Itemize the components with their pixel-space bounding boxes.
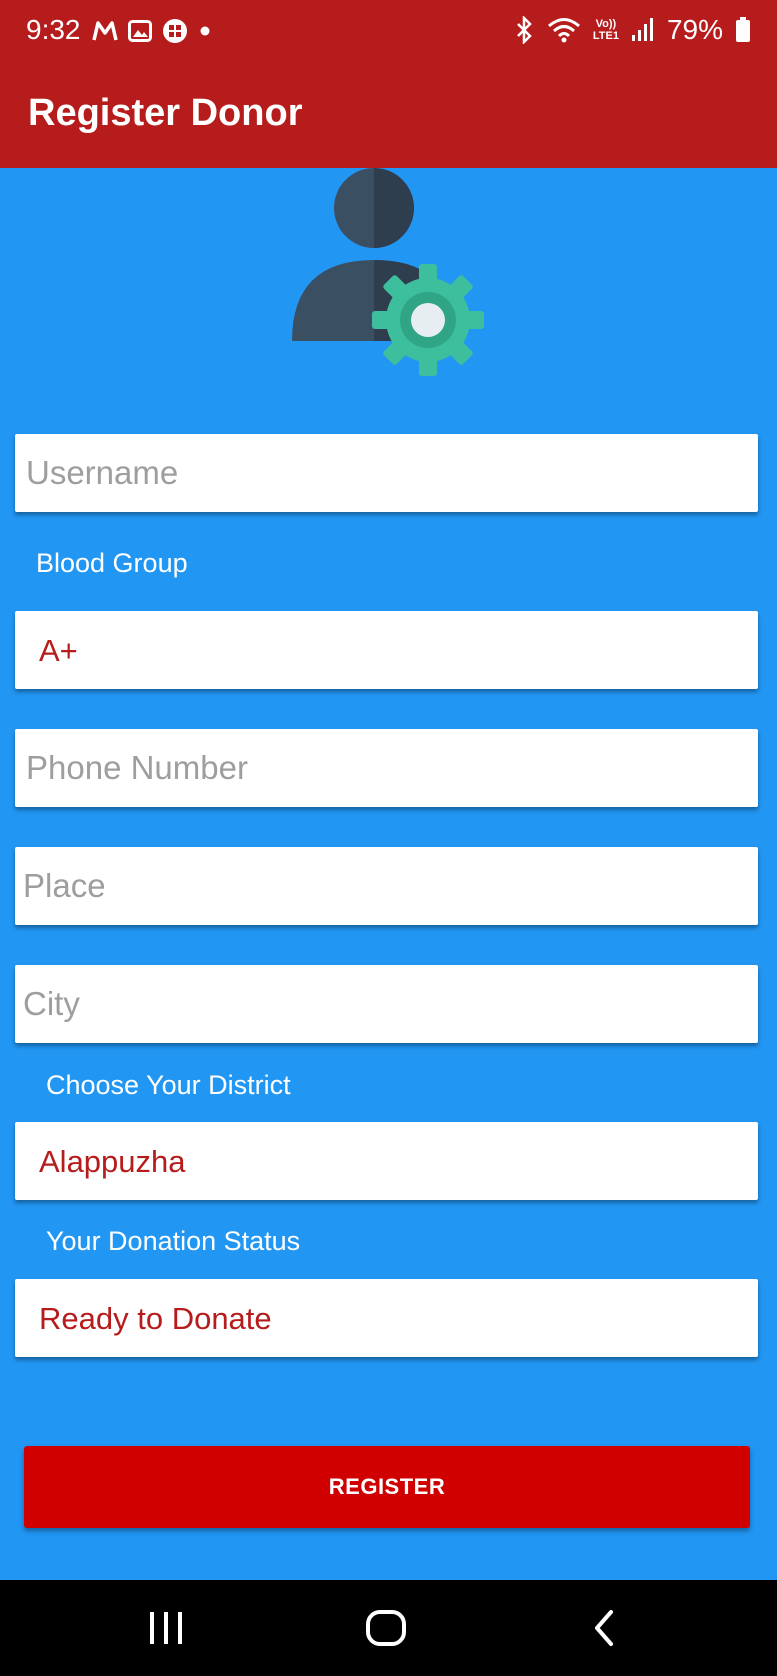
status-bar: 9:32 Vo)) LTE1 79%: [0, 0, 777, 64]
username-placeholder: Username: [26, 454, 179, 491]
donation-status-select[interactable]: Ready to Donate: [15, 1279, 758, 1357]
gallery-icon: [128, 20, 152, 42]
donation-status-label: Your Donation Status: [46, 1226, 301, 1256]
blood-group-select[interactable]: A+: [15, 611, 758, 689]
volte-bottom-text: LTE1: [592, 30, 619, 42]
dot-icon: [198, 24, 212, 38]
blood-group-value: A+: [39, 633, 78, 668]
gmail-m-icon: [92, 20, 118, 42]
phone-number-input[interactable]: Phone Number: [15, 729, 758, 807]
volte-top-text: Vo)): [595, 18, 617, 30]
status-time: 9:32: [26, 14, 81, 45]
wifi-icon: [547, 16, 581, 44]
recent-apps-icon[interactable]: [136, 1602, 196, 1654]
place-input[interactable]: Place: [15, 847, 758, 925]
notification-icons: [92, 18, 212, 44]
navigation-bar: [0, 1580, 777, 1676]
phone-number-placeholder: Phone Number: [26, 749, 248, 786]
battery-icon: [735, 17, 751, 43]
user-settings-icon: [288, 168, 488, 378]
battery-percent: 79%: [666, 14, 723, 45]
signal-icon: [631, 17, 655, 43]
app-grid-icon: [162, 18, 188, 44]
page-title: Register Donor: [28, 92, 303, 134]
home-icon[interactable]: [356, 1602, 416, 1654]
system-icons: Vo)) LTE1 79%: [513, 14, 751, 46]
district-value: Alappuzha: [39, 1144, 186, 1179]
volte-icon: Vo)) LTE1: [593, 18, 619, 42]
username-input[interactable]: Username: [15, 434, 758, 512]
city-placeholder: City: [23, 985, 80, 1022]
city-input[interactable]: City: [15, 965, 758, 1043]
blood-group-label: Blood Group: [36, 548, 188, 578]
place-placeholder: Place: [23, 867, 106, 904]
register-button[interactable]: REGISTER: [24, 1446, 750, 1528]
donation-status-value: Ready to Donate: [39, 1301, 272, 1336]
district-label: Choose Your District: [46, 1070, 291, 1100]
bluetooth-icon: [513, 16, 535, 44]
back-icon[interactable]: [574, 1602, 634, 1654]
app-bar: Register Donor: [0, 64, 777, 168]
district-select[interactable]: Alappuzha: [15, 1122, 758, 1200]
